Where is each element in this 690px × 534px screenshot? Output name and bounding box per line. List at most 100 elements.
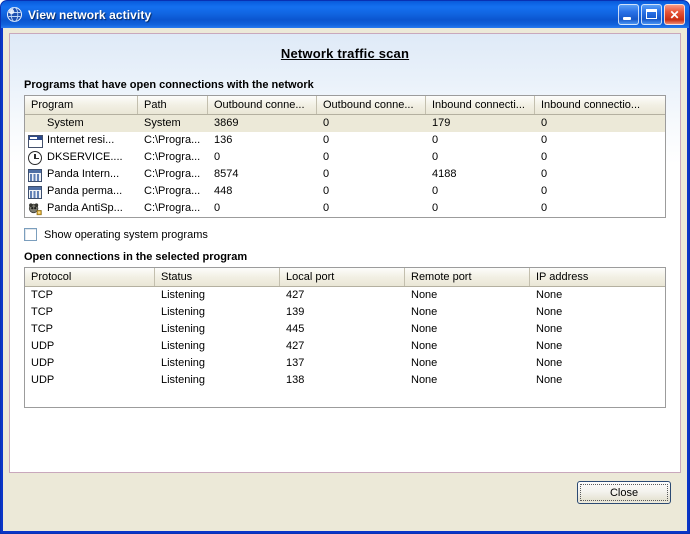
cell-path: C:\Progra... xyxy=(144,151,201,163)
content-panel: Network traffic scan Programs that have … xyxy=(9,33,681,473)
cell-outbound-b: 0 xyxy=(323,168,330,180)
table-row[interactable]: TCP Listening 427 None None xyxy=(25,287,665,304)
cell-status: Listening xyxy=(161,340,206,352)
column-header-program[interactable]: Program xyxy=(25,96,138,114)
window-title: View network activity xyxy=(28,7,152,22)
cell-inbound-a: 4188 xyxy=(432,168,457,180)
connections-section-label: Open connections in the selected program xyxy=(24,251,248,263)
table-row[interactable]: System System 3869 0 179 0 xyxy=(25,115,665,132)
cell-protocol: TCP xyxy=(31,306,53,318)
column-header-ip-address[interactable]: IP address xyxy=(530,268,652,286)
cell-path: C:\Progra... xyxy=(144,202,201,214)
column-header-remote-port[interactable]: Remote port xyxy=(405,268,530,286)
cell-remote-port: None xyxy=(411,374,438,386)
title-bar[interactable]: View network activity ✕ xyxy=(1,1,689,28)
column-header-outbound-a[interactable]: Outbound conne... xyxy=(208,96,317,114)
clock-icon xyxy=(27,150,43,166)
cell-inbound-a: 179 xyxy=(432,117,451,129)
cell-program: System xyxy=(25,116,138,132)
network-globe-icon xyxy=(6,6,23,23)
cell-local-port: 139 xyxy=(286,306,305,318)
minimize-icon xyxy=(623,17,631,20)
cell-protocol: UDP xyxy=(31,357,55,369)
cell-protocol: UDP xyxy=(31,374,55,386)
table-row[interactable]: Panda AntiSp... C:\Progra... 0 0 0 0 xyxy=(25,200,665,217)
minimize-button[interactable] xyxy=(618,4,639,25)
grid-icon-glyph xyxy=(28,185,42,199)
close-icon: ✕ xyxy=(669,7,680,22)
cell-ip-address: None xyxy=(536,323,563,335)
close-button[interactable]: Close xyxy=(577,481,671,504)
cell-status: Listening xyxy=(161,357,206,369)
cell-path: C:\Progra... xyxy=(144,134,201,146)
programs-table[interactable]: Program Path Outbound conne... Outbound … xyxy=(24,95,666,218)
show-os-programs-row[interactable]: Show operating system programs xyxy=(24,228,666,241)
cell-inbound-b: 0 xyxy=(541,185,548,197)
cell-local-port: 427 xyxy=(286,289,305,301)
column-header-status[interactable]: Status xyxy=(155,268,280,286)
program-name: DKSERVICE.... xyxy=(47,151,123,163)
view-network-activity-window: View network activity ✕ Network traffic … xyxy=(0,0,690,534)
table-row[interactable]: UDP Listening 137 None None xyxy=(25,355,665,372)
programs-table-body: System System 3869 0 179 0 Internet resi... C:\… xyxy=(25,115,665,217)
connections-table[interactable]: Protocol Status Local port Remote port I… xyxy=(24,267,666,408)
cell-protocol: TCP xyxy=(31,323,53,335)
panel-inner: Network traffic scan Programs that have … xyxy=(10,34,680,408)
cell-ip-address: None xyxy=(536,340,563,352)
cell-path: System xyxy=(144,117,181,129)
cell-inbound-b: 0 xyxy=(541,202,548,214)
grid-icon xyxy=(27,167,43,183)
table-row[interactable]: TCP Listening 445 None None xyxy=(25,321,665,338)
programs-section-label: Programs that have open connections with… xyxy=(24,79,314,91)
cell-status: Listening xyxy=(161,374,206,386)
column-header-inbound-a[interactable]: Inbound connecti... xyxy=(426,96,535,114)
table-row[interactable]: Panda perma... C:\Progra... 448 0 0 0 xyxy=(25,183,665,200)
cell-inbound-a: 0 xyxy=(432,185,439,197)
window-footer: Close xyxy=(7,473,683,531)
column-header-inbound-b[interactable]: Inbound connectio... xyxy=(535,96,652,114)
cell-remote-port: None xyxy=(411,357,438,369)
cell-local-port: 445 xyxy=(286,323,305,335)
cell-outbound-b: 0 xyxy=(323,202,330,214)
window-icon xyxy=(27,133,43,149)
cell-status: Listening xyxy=(161,323,206,335)
cell-inbound-a: 0 xyxy=(432,202,439,214)
column-header-protocol[interactable]: Protocol xyxy=(25,268,155,286)
cell-inbound-b: 0 xyxy=(541,151,548,163)
cell-outbound-b: 0 xyxy=(323,117,330,129)
cell-protocol: UDP xyxy=(31,340,55,352)
table-row[interactable]: Panda Intern... C:\Progra... 8574 0 4188 0 xyxy=(25,166,665,183)
column-header-outbound-b[interactable]: Outbound conne... xyxy=(317,96,426,114)
cell-inbound-b: 0 xyxy=(541,168,548,180)
cell-remote-port: None xyxy=(411,340,438,352)
panda-icon-glyph xyxy=(28,202,42,216)
program-name: System xyxy=(47,117,84,129)
cell-program: DKSERVICE.... xyxy=(25,150,138,166)
table-row[interactable]: DKSERVICE.... C:\Progra... 0 0 0 0 xyxy=(25,149,665,166)
cell-outbound-a: 136 xyxy=(214,134,233,146)
cell-program: Internet resi... xyxy=(25,133,138,149)
cell-inbound-a: 0 xyxy=(432,134,439,146)
table-row[interactable]: Internet resi... C:\Progra... 136 0 0 0 xyxy=(25,132,665,149)
cell-outbound-a: 0 xyxy=(214,151,221,163)
connections-table-header: Protocol Status Local port Remote port I… xyxy=(25,268,665,287)
close-window-button[interactable]: ✕ xyxy=(664,4,685,25)
table-row[interactable]: UDP Listening 427 None None xyxy=(25,338,665,355)
cell-outbound-a: 448 xyxy=(214,185,233,197)
cell-remote-port: None xyxy=(411,306,438,318)
column-header-local-port[interactable]: Local port xyxy=(280,268,405,286)
table-row[interactable]: UDP Listening 138 None None xyxy=(25,372,665,389)
window-icon-glyph xyxy=(28,134,43,148)
maximize-button[interactable] xyxy=(641,4,662,25)
show-os-programs-checkbox[interactable] xyxy=(24,228,37,241)
table-row[interactable]: TCP Listening 139 None None xyxy=(25,304,665,321)
cell-status: Listening xyxy=(161,289,206,301)
grid-icon xyxy=(27,184,43,200)
cell-ip-address: None xyxy=(536,289,563,301)
cell-outbound-a: 3869 xyxy=(214,117,239,129)
program-name: Panda AntiSp... xyxy=(47,202,123,214)
panda-icon xyxy=(27,201,43,217)
maximize-icon xyxy=(646,9,657,19)
cell-program: Panda perma... xyxy=(25,184,138,200)
column-header-path[interactable]: Path xyxy=(138,96,208,114)
